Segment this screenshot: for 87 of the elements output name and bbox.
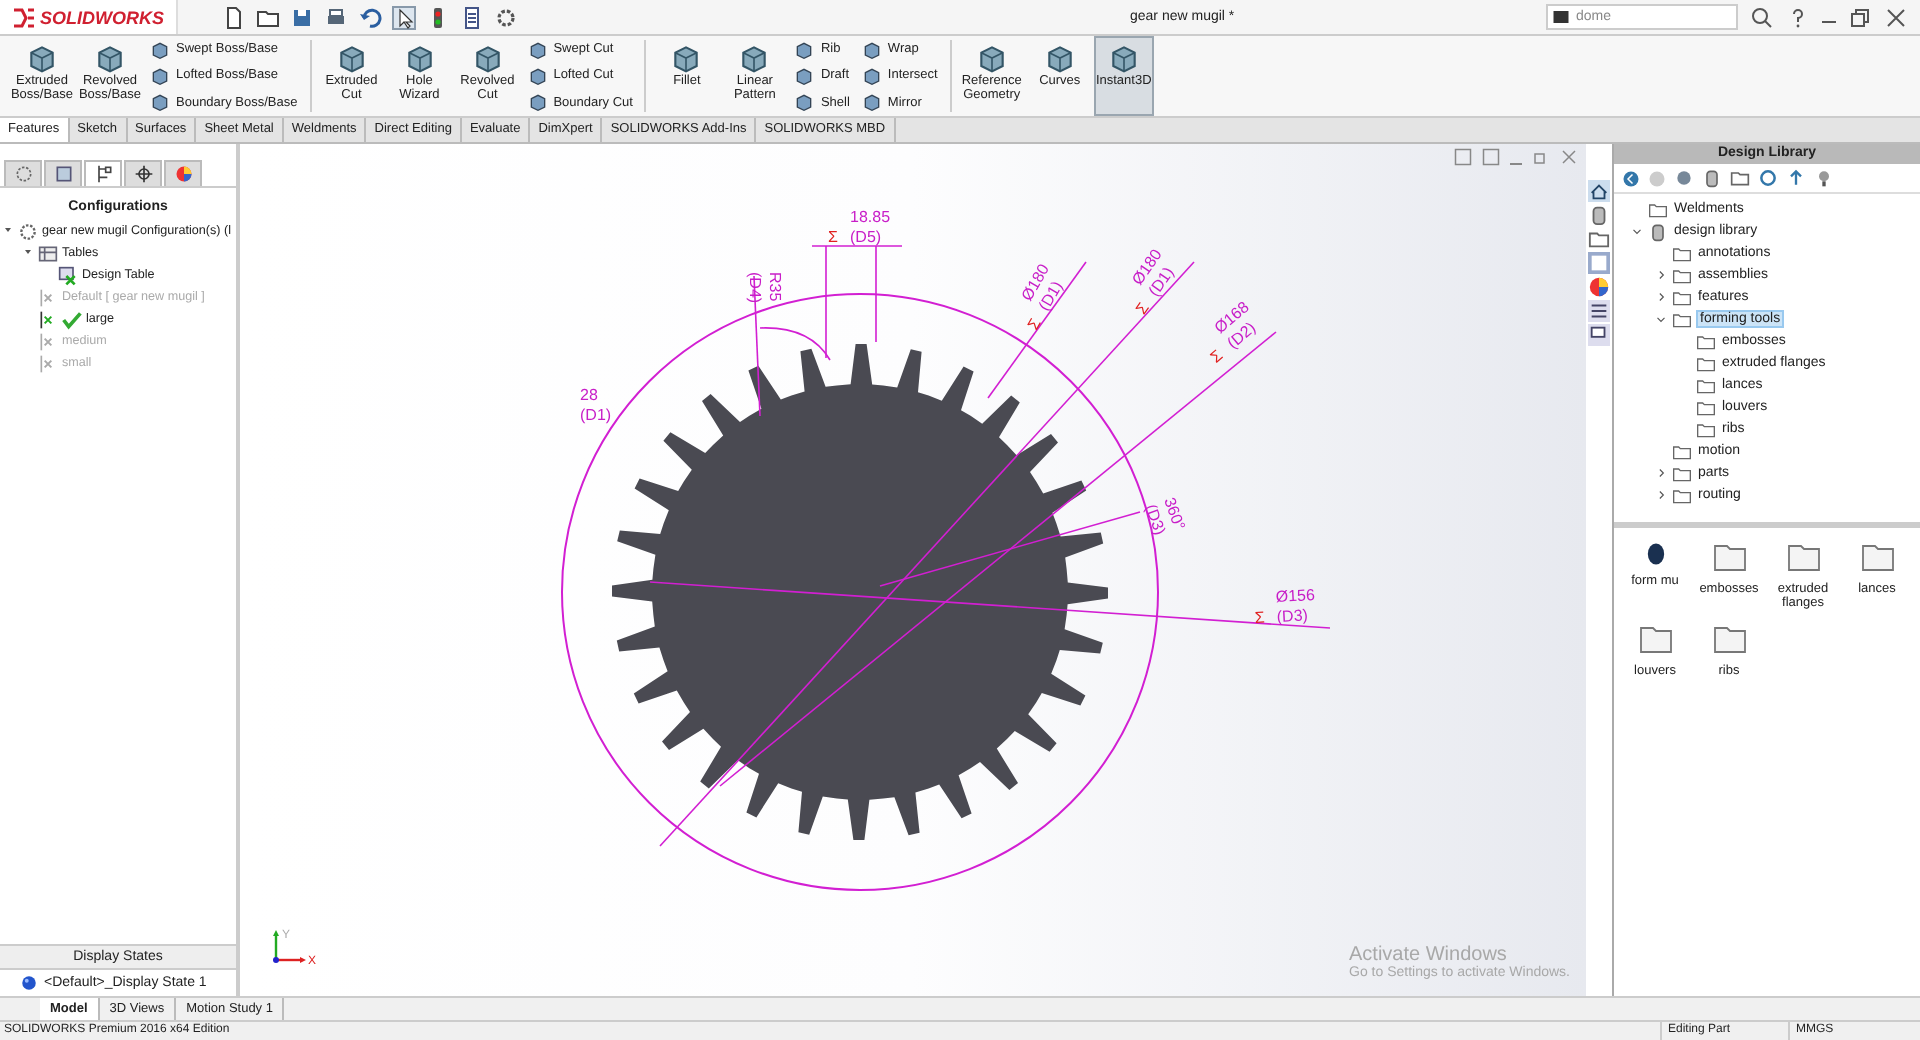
open-folder-icon [256, 5, 280, 29]
minimize-icon [1822, 19, 1836, 23]
logo-icon [12, 5, 36, 29]
refresh-icon [1758, 168, 1778, 188]
sigma-symbol: Σ [1207, 346, 1227, 367]
close-icon [1884, 5, 1908, 29]
search-icon [1750, 5, 1774, 29]
sphere-icon [20, 974, 38, 992]
cube-icon [403, 42, 436, 74]
checkmark-icon [62, 309, 82, 329]
table-icon [58, 265, 78, 285]
cursor-icon [392, 5, 416, 29]
dimension-value[interactable]: 18.85 [850, 208, 891, 226]
dimension-name: (D4) [746, 272, 764, 304]
library-icon [1702, 168, 1722, 188]
folder-icon [1859, 540, 1895, 576]
cube-icon [670, 42, 703, 74]
cube-icon [1043, 42, 1076, 74]
cube-icon [150, 92, 170, 113]
up-arrow-icon [1786, 168, 1806, 188]
back-icon [1622, 169, 1640, 187]
restore-icon [1532, 148, 1550, 166]
activation-notice-title: Activate Windows [1349, 944, 1509, 966]
sigma-symbol: Σ [828, 228, 838, 246]
sigma-symbol: Σ [1132, 299, 1153, 318]
dimension-value[interactable]: Ø156 [1275, 585, 1316, 606]
cube-icon [94, 42, 126, 74]
folder-icon [1711, 540, 1747, 576]
list-icon [1588, 300, 1610, 322]
folder-icon [1785, 540, 1821, 576]
folder-icon [1648, 199, 1668, 219]
dimension-name: (D1) [580, 406, 612, 424]
cube-icon [335, 42, 368, 74]
crosshair-icon [133, 164, 153, 184]
undo-icon [358, 5, 382, 29]
dimension-value[interactable]: 28 [580, 386, 598, 404]
dimension-name: (D3) [1276, 606, 1309, 626]
config-icon [93, 164, 113, 184]
folder-icon [1730, 168, 1750, 188]
cube-icon [150, 39, 170, 60]
color-wheel-icon [173, 164, 193, 184]
panel-tab[interactable] [124, 160, 162, 186]
new-file-icon [222, 5, 246, 29]
panel-tab[interactable] [44, 160, 82, 186]
folder-icon [1711, 622, 1747, 658]
close-icon [1560, 148, 1578, 166]
config-icon [38, 353, 58, 373]
app-logo: SOLIDWORKS [40, 7, 164, 27]
cube-icon [471, 42, 504, 74]
cube-icon [150, 65, 170, 86]
cube-icon [1107, 42, 1140, 74]
panel-tab[interactable] [84, 160, 122, 186]
gear-icon [18, 221, 38, 241]
bulb-icon [1814, 168, 1834, 188]
dimension-name: (D5) [850, 228, 882, 246]
list-icon [53, 164, 73, 184]
cube-icon [861, 92, 882, 113]
printer-icon [324, 5, 348, 29]
save-icon [290, 5, 314, 29]
color-wheel-icon [1588, 276, 1610, 298]
cube-icon [794, 92, 815, 113]
folder-icon [1637, 622, 1673, 658]
minimize-icon [1510, 162, 1522, 166]
cube-icon [527, 65, 548, 86]
sigma-symbol: Σ [1024, 315, 1045, 334]
axis-triad-drawing [273, 930, 306, 963]
cube-icon [975, 42, 1008, 74]
sigma-symbol: Σ [1254, 608, 1266, 628]
table-icon [38, 243, 58, 263]
document-properties-icon [460, 5, 484, 29]
config-icon [38, 287, 58, 307]
settings-icon [494, 5, 518, 29]
library-icon [1648, 221, 1668, 241]
cube-icon [26, 42, 58, 74]
chevron-down-icon [1630, 224, 1644, 238]
chevron-down-icon [1654, 312, 1668, 326]
cube-icon [794, 65, 815, 86]
dimension-value[interactable]: R35 [766, 272, 784, 302]
restore-icon [1848, 5, 1872, 29]
library-icon [1588, 204, 1610, 226]
cube-icon [861, 65, 882, 86]
cube-icon [738, 42, 771, 74]
config-icon [38, 309, 58, 329]
config-icon [38, 331, 58, 351]
home-icon [1588, 180, 1610, 202]
part-icon [13, 164, 33, 184]
cube-icon [527, 92, 548, 113]
